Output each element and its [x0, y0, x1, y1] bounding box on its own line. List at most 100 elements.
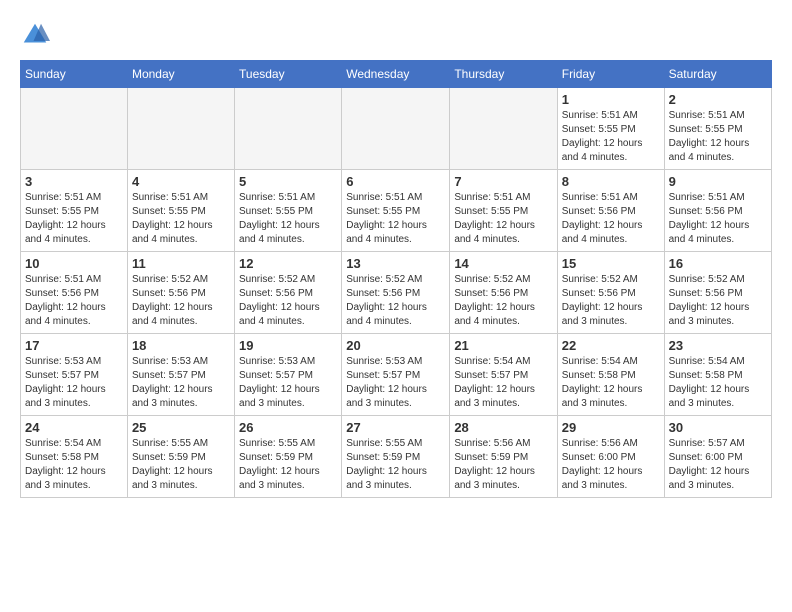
day-info: Sunrise: 5:52 AM Sunset: 5:56 PM Dayligh…	[454, 273, 552, 329]
logo-icon	[20, 20, 50, 50]
day-info: Sunrise: 5:54 AM Sunset: 5:57 PM Dayligh…	[454, 355, 552, 411]
day-info: Sunrise: 5:51 AM Sunset: 5:55 PM Dayligh…	[562, 109, 660, 165]
calendar-cell: 20 Sunrise: 5:53 AM Sunset: 5:57 PM Dayli…	[342, 334, 450, 416]
calendar-week-row: 1 Sunrise: 5:51 AM Sunset: 5:55 PM Daylig…	[21, 88, 772, 170]
day-info: Sunrise: 5:51 AM Sunset: 5:56 PM Dayligh…	[669, 191, 767, 247]
calendar-cell	[127, 88, 234, 170]
day-number: 4	[132, 174, 230, 189]
day-of-week-header: Wednesday	[342, 61, 450, 88]
day-info: Sunrise: 5:57 AM Sunset: 6:00 PM Dayligh…	[669, 437, 767, 493]
day-number: 28	[454, 420, 552, 435]
day-info: Sunrise: 5:53 AM Sunset: 5:57 PM Dayligh…	[132, 355, 230, 411]
calendar-cell	[450, 88, 557, 170]
calendar-cell	[342, 88, 450, 170]
day-number: 30	[669, 420, 767, 435]
calendar-week-row: 10 Sunrise: 5:51 AM Sunset: 5:56 PM Dayli…	[21, 252, 772, 334]
day-number: 21	[454, 338, 552, 353]
day-info: Sunrise: 5:53 AM Sunset: 5:57 PM Dayligh…	[25, 355, 123, 411]
calendar-cell: 15Sunrise: 5:52 AM Sunset: 5:56 PM Dayli…	[557, 252, 664, 334]
day-number: 6	[346, 174, 445, 189]
day-of-week-header: Monday	[127, 61, 234, 88]
day-info: Sunrise: 5:52 AM Sunset: 5:56 PM Dayligh…	[132, 273, 230, 329]
day-number: 20	[346, 338, 445, 353]
day-of-week-header: Sunday	[21, 61, 128, 88]
day-info: Sunrise: 5:51 AM Sunset: 5:55 PM Dayligh…	[239, 191, 337, 247]
day-number: 27	[346, 420, 445, 435]
calendar-table: SundayMondayTuesdayWednesdayThursdayFrid…	[20, 60, 772, 498]
day-info: Sunrise: 5:56 AM Sunset: 6:00 PM Dayligh…	[562, 437, 660, 493]
day-number: 26	[239, 420, 337, 435]
day-number: 8	[562, 174, 660, 189]
day-info: Sunrise: 5:52 AM Sunset: 5:56 PM Dayligh…	[346, 273, 445, 329]
day-info: Sunrise: 5:52 AM Sunset: 5:56 PM Dayligh…	[669, 273, 767, 329]
calendar-cell: 14 Sunrise: 5:52 AM Sunset: 5:56 PM Dayli…	[450, 252, 557, 334]
day-of-week-header: Thursday	[450, 61, 557, 88]
day-number: 13	[346, 256, 445, 271]
day-number: 11	[132, 256, 230, 271]
calendar-cell: 30 Sunrise: 5:57 AM Sunset: 6:00 PM Dayli…	[664, 416, 771, 498]
calendar-cell: 5Sunrise: 5:51 AM Sunset: 5:55 PM Daylig…	[235, 170, 342, 252]
calendar-cell: 6 Sunrise: 5:51 AM Sunset: 5:55 PM Daylig…	[342, 170, 450, 252]
day-number: 12	[239, 256, 337, 271]
calendar-cell: 4 Sunrise: 5:51 AM Sunset: 5:55 PM Daylig…	[127, 170, 234, 252]
day-info: Sunrise: 5:53 AM Sunset: 5:57 PM Dayligh…	[346, 355, 445, 411]
calendar-cell: 27 Sunrise: 5:55 AM Sunset: 5:59 PM Dayli…	[342, 416, 450, 498]
calendar-cell: 24 Sunrise: 5:54 AM Sunset: 5:58 PM Dayli…	[21, 416, 128, 498]
calendar-cell	[21, 88, 128, 170]
logo	[20, 20, 54, 50]
calendar-cell: 18 Sunrise: 5:53 AM Sunset: 5:57 PM Dayli…	[127, 334, 234, 416]
calendar-cell: 21 Sunrise: 5:54 AM Sunset: 5:57 PM Dayli…	[450, 334, 557, 416]
calendar-cell: 25 Sunrise: 5:55 AM Sunset: 5:59 PM Dayli…	[127, 416, 234, 498]
day-info: Sunrise: 5:51 AM Sunset: 5:55 PM Dayligh…	[25, 191, 123, 247]
day-number: 1	[562, 92, 660, 107]
day-number: 9	[669, 174, 767, 189]
day-info: Sunrise: 5:51 AM Sunset: 5:55 PM Dayligh…	[346, 191, 445, 247]
day-info: Sunrise: 5:52 AM Sunset: 5:56 PM Dayligh…	[239, 273, 337, 329]
day-number: 7	[454, 174, 552, 189]
calendar-cell: 29 Sunrise: 5:56 AM Sunset: 6:00 PM Dayli…	[557, 416, 664, 498]
calendar-cell: 22 Sunrise: 5:54 AM Sunset: 5:58 PM Dayli…	[557, 334, 664, 416]
calendar-cell: 11 Sunrise: 5:52 AM Sunset: 5:56 PM Dayli…	[127, 252, 234, 334]
day-number: 14	[454, 256, 552, 271]
calendar-cell: 23 Sunrise: 5:54 AM Sunset: 5:58 PM Dayli…	[664, 334, 771, 416]
calendar-cell: 3 Sunrise: 5:51 AM Sunset: 5:55 PM Daylig…	[21, 170, 128, 252]
calendar-cell: 8 Sunrise: 5:51 AM Sunset: 5:56 PM Daylig…	[557, 170, 664, 252]
day-number: 25	[132, 420, 230, 435]
calendar-cell: 16Sunrise: 5:52 AM Sunset: 5:56 PM Dayli…	[664, 252, 771, 334]
day-number: 18	[132, 338, 230, 353]
day-info: Sunrise: 5:51 AM Sunset: 5:55 PM Dayligh…	[454, 191, 552, 247]
day-number: 23	[669, 338, 767, 353]
day-info: Sunrise: 5:55 AM Sunset: 5:59 PM Dayligh…	[132, 437, 230, 493]
day-info: Sunrise: 5:51 AM Sunset: 5:55 PM Dayligh…	[669, 109, 767, 165]
calendar-week-row: 24 Sunrise: 5:54 AM Sunset: 5:58 PM Dayli…	[21, 416, 772, 498]
day-number: 3	[25, 174, 123, 189]
day-info: Sunrise: 5:54 AM Sunset: 5:58 PM Dayligh…	[25, 437, 123, 493]
day-info: Sunrise: 5:55 AM Sunset: 5:59 PM Dayligh…	[346, 437, 445, 493]
calendar-cell: 12 Sunrise: 5:52 AM Sunset: 5:56 PM Dayli…	[235, 252, 342, 334]
day-number: 19	[239, 338, 337, 353]
day-info: Sunrise: 5:56 AM Sunset: 5:59 PM Dayligh…	[454, 437, 552, 493]
day-number: 17	[25, 338, 123, 353]
day-number: 2	[669, 92, 767, 107]
day-info: Sunrise: 5:51 AM Sunset: 5:56 PM Dayligh…	[562, 191, 660, 247]
header	[20, 20, 772, 50]
day-number: 22	[562, 338, 660, 353]
day-info: Sunrise: 5:54 AM Sunset: 5:58 PM Dayligh…	[562, 355, 660, 411]
calendar-header-row: SundayMondayTuesdayWednesdayThursdayFrid…	[21, 61, 772, 88]
day-number: 24	[25, 420, 123, 435]
calendar-cell: 7 Sunrise: 5:51 AM Sunset: 5:55 PM Daylig…	[450, 170, 557, 252]
day-number: 29	[562, 420, 660, 435]
day-info: Sunrise: 5:52 AM Sunset: 5:56 PM Dayligh…	[562, 273, 660, 329]
calendar-cell: 19 Sunrise: 5:53 AM Sunset: 5:57 PM Dayli…	[235, 334, 342, 416]
calendar-cell	[235, 88, 342, 170]
calendar-cell: 13 Sunrise: 5:52 AM Sunset: 5:56 PM Dayli…	[342, 252, 450, 334]
day-number: 10	[25, 256, 123, 271]
day-info: Sunrise: 5:51 AM Sunset: 5:55 PM Dayligh…	[132, 191, 230, 247]
calendar-cell: 17 Sunrise: 5:53 AM Sunset: 5:57 PM Dayli…	[21, 334, 128, 416]
day-info: Sunrise: 5:53 AM Sunset: 5:57 PM Dayligh…	[239, 355, 337, 411]
day-info: Sunrise: 5:54 AM Sunset: 5:58 PM Dayligh…	[669, 355, 767, 411]
day-info: Sunrise: 5:51 AM Sunset: 5:56 PM Dayligh…	[25, 273, 123, 329]
day-of-week-header: Saturday	[664, 61, 771, 88]
calendar-week-row: 3 Sunrise: 5:51 AM Sunset: 5:55 PM Daylig…	[21, 170, 772, 252]
calendar-week-row: 17 Sunrise: 5:53 AM Sunset: 5:57 PM Dayli…	[21, 334, 772, 416]
